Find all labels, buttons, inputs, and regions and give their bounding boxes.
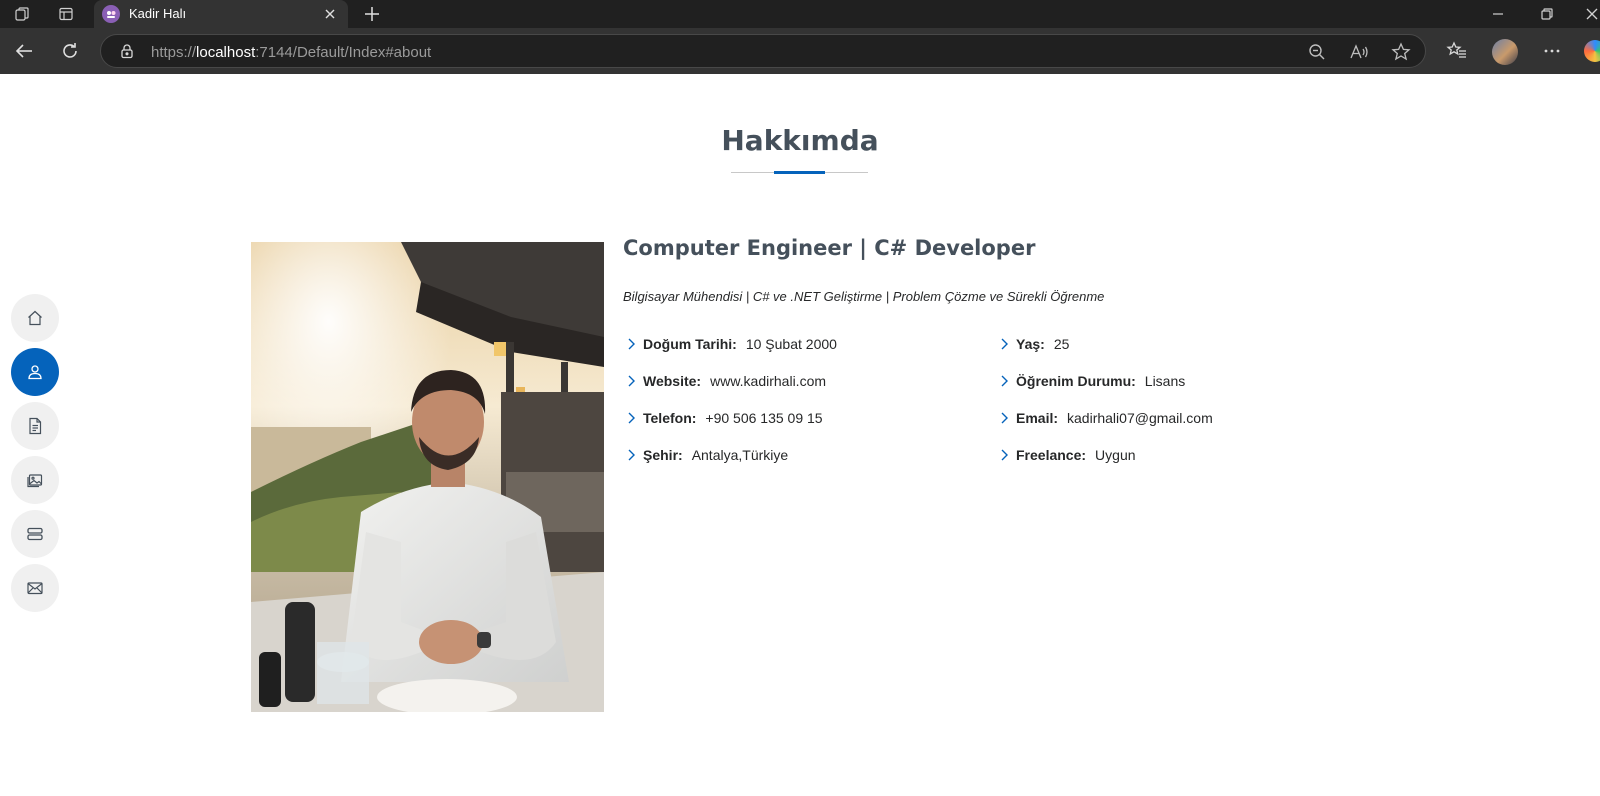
- info-value: Lisans: [1144, 373, 1186, 389]
- url-scheme: https://: [151, 44, 197, 61]
- server-icon: [27, 527, 43, 541]
- close-window-icon[interactable]: [1582, 4, 1600, 24]
- info-label: Doğum Tarihi:: [643, 336, 737, 352]
- chevron-right-icon: [1001, 338, 1008, 350]
- info-value: kadirhali07@gmail.com: [1067, 410, 1213, 426]
- favorites-list-icon[interactable]: [1446, 40, 1468, 62]
- restore-icon[interactable]: [1537, 4, 1557, 24]
- zoom-out-icon[interactable]: [1307, 42, 1327, 62]
- info-value: 10 Şubat 2000: [745, 336, 837, 352]
- nav-portfolio-button[interactable]: [11, 456, 59, 504]
- chevron-right-icon: [628, 449, 635, 461]
- browser-tab-active[interactable]: Kadir Halı: [94, 0, 348, 28]
- info-label: Telefon:: [643, 410, 697, 426]
- nav-resume-button[interactable]: [11, 402, 59, 450]
- info-value: 25: [1053, 336, 1070, 352]
- browser-titlebar: Kadir Halı: [0, 0, 1600, 28]
- info-website: Website: www.kadirhali.com: [625, 373, 826, 389]
- nav-about-button[interactable]: [11, 348, 59, 396]
- minimize-icon[interactable]: [1488, 4, 1508, 24]
- copilot-icon[interactable]: [1584, 40, 1600, 62]
- info-label: Freelance:: [1016, 447, 1087, 463]
- url-text[interactable]: https://localhost:7144/Default/Index#abo…: [151, 44, 431, 61]
- refresh-icon[interactable]: [59, 40, 81, 62]
- title-accent-bar: [774, 171, 825, 174]
- chevron-right-icon: [1001, 449, 1008, 461]
- images-icon: [27, 474, 43, 488]
- info-label: Öğrenim Durumu:: [1016, 373, 1136, 389]
- chevron-right-icon: [1001, 412, 1008, 424]
- info-label: Website:: [643, 373, 702, 389]
- info-phone: Telefon: +90 506 135 09 15: [625, 410, 823, 426]
- person-icon: [28, 365, 42, 380]
- info-freelance: Freelance: Uygun: [998, 447, 1136, 463]
- info-value: +90 506 135 09 15: [705, 410, 823, 426]
- envelope-icon: [27, 582, 43, 595]
- info-value: Uygun: [1095, 447, 1136, 463]
- address-bar[interactable]: https://localhost:7144/Default/Index#abo…: [100, 34, 1426, 68]
- nav-home-button[interactable]: [11, 294, 59, 342]
- info-value: www.kadirhali.com: [710, 373, 827, 389]
- nav-contact-button[interactable]: [11, 564, 59, 612]
- info-birthdate: Doğum Tarihi: 10 Şubat 2000: [625, 336, 837, 352]
- back-arrow-icon[interactable]: [13, 40, 35, 62]
- info-label: Şehir:: [643, 447, 683, 463]
- home-icon: [28, 310, 42, 326]
- close-tab-icon[interactable]: [321, 5, 339, 23]
- tab-title: Kadir Halı: [129, 6, 187, 21]
- new-tab-icon[interactable]: [362, 4, 382, 24]
- workspaces-icon[interactable]: [12, 4, 32, 24]
- info-value: Antalya,Türkiye: [691, 447, 789, 463]
- chevron-right-icon: [1001, 375, 1008, 387]
- info-city: Şehir: Antalya,Türkiye: [625, 447, 788, 463]
- profile-photo: [251, 242, 604, 712]
- info-email: Email: kadirhali07@gmail.com: [998, 410, 1213, 426]
- chevron-right-icon: [628, 375, 635, 387]
- info-education: Öğrenim Durumu: Lisans: [998, 373, 1185, 389]
- vertical-tabs-icon[interactable]: [56, 4, 76, 24]
- nav-services-button[interactable]: [11, 510, 59, 558]
- more-options-icon[interactable]: [1541, 40, 1563, 62]
- file-text-icon: [29, 417, 42, 435]
- about-heading: Computer Engineer | C# Developer: [623, 236, 1036, 260]
- about-subtitle: Bilgisayar Mühendisi | C# ve .NET Gelişt…: [623, 289, 1105, 304]
- site-favicon-icon: [102, 5, 120, 23]
- favorite-star-icon[interactable]: [1391, 42, 1411, 62]
- read-aloud-icon[interactable]: [1349, 42, 1369, 62]
- profile-avatar[interactable]: [1492, 39, 1518, 65]
- info-age: Yaş: 25: [998, 336, 1069, 352]
- url-host: localhost: [196, 44, 256, 61]
- chevron-right-icon: [628, 412, 635, 424]
- section-title: Hakkımda: [721, 124, 879, 157]
- page-content: Hakkımda Computer Engineer | C# Develope…: [0, 74, 1600, 796]
- chevron-right-icon: [628, 338, 635, 350]
- lock-icon[interactable]: [119, 43, 135, 59]
- info-label: Email:: [1016, 410, 1059, 426]
- info-label: Yaş:: [1016, 336, 1045, 352]
- browser-toolbar: https://localhost:7144/Default/Index#abo…: [0, 28, 1600, 74]
- url-path: :7144/Default/Index#about: [255, 44, 432, 61]
